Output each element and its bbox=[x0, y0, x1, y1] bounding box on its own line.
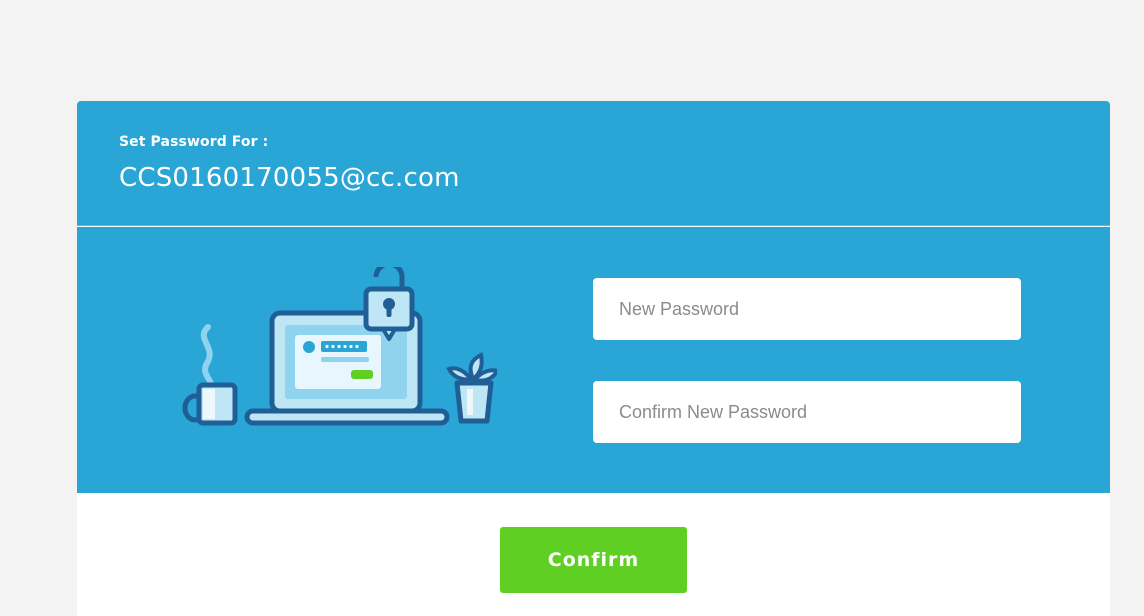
card-header: Set Password For : CCS0160170055@cc.com bbox=[77, 101, 1110, 226]
plant-pot-icon bbox=[446, 352, 497, 424]
laptop-security-illustration bbox=[182, 267, 497, 426]
coffee-mug-icon bbox=[182, 324, 238, 426]
set-password-label: Set Password For : bbox=[119, 134, 269, 150]
padlock-icon bbox=[363, 267, 415, 341]
card-footer: Confirm bbox=[77, 493, 1110, 616]
account-email: CCS0160170055@cc.com bbox=[119, 163, 460, 193]
confirm-new-password-input[interactable] bbox=[593, 381, 1021, 443]
laptop-icon bbox=[244, 310, 450, 426]
confirm-button[interactable]: Confirm bbox=[500, 527, 687, 593]
new-password-input[interactable] bbox=[593, 278, 1021, 340]
set-password-card: Set Password For : CCS0160170055@cc.com bbox=[77, 101, 1110, 616]
password-form-panel bbox=[77, 227, 1110, 493]
